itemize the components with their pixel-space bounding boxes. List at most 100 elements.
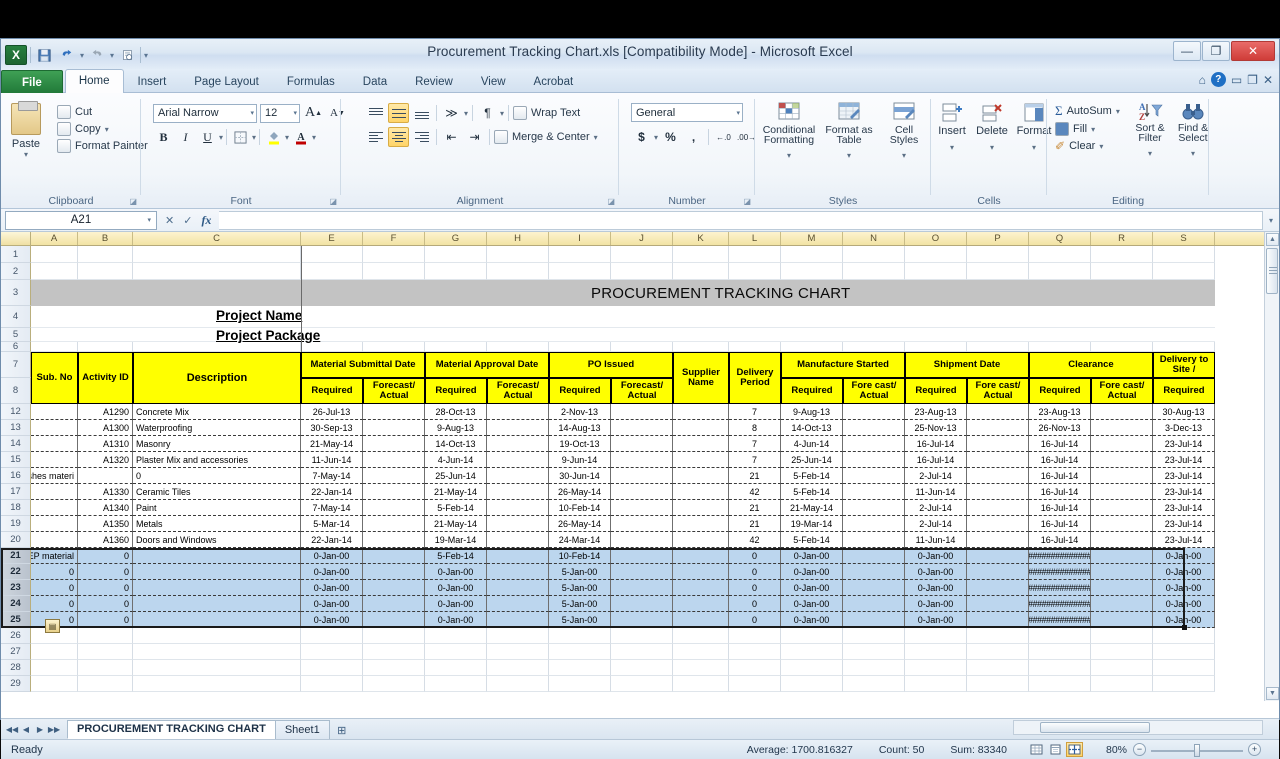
format-caret[interactable]: ▾ bbox=[1032, 143, 1036, 152]
grid-cell[interactable] bbox=[363, 420, 425, 436]
insert-function-icon[interactable]: fx bbox=[201, 213, 211, 228]
grid-cell[interactable]: 16-Jul-14 bbox=[905, 452, 967, 468]
grid-cell[interactable] bbox=[487, 500, 549, 516]
grid-cell[interactable] bbox=[611, 452, 673, 468]
name-box[interactable]: A21 ▾ bbox=[5, 211, 157, 230]
grid-cell[interactable]: 5-Jan-00 bbox=[549, 612, 611, 628]
grid-cell[interactable]: 42 bbox=[729, 532, 781, 548]
column-header-s[interactable]: S bbox=[1153, 232, 1215, 245]
select-all-corner[interactable] bbox=[1, 232, 31, 246]
grid-cell[interactable]: 0 bbox=[729, 548, 781, 564]
row-header-17[interactable]: 17 bbox=[1, 484, 31, 500]
header-cell[interactable]: Delivery Period bbox=[729, 352, 781, 404]
grid-cell[interactable] bbox=[425, 246, 487, 263]
sheet-tab-procurement[interactable]: PROCUREMENT TRACKING CHART bbox=[67, 720, 276, 739]
autosum-button[interactable]: Σ AutoSum ▾ bbox=[1055, 103, 1120, 119]
grid-cell[interactable] bbox=[611, 596, 673, 612]
grid-cell[interactable] bbox=[905, 676, 967, 692]
grid-cell[interactable]: A1290 bbox=[78, 404, 133, 420]
column-header-h[interactable]: H bbox=[487, 232, 549, 245]
zoom-out-button[interactable]: − bbox=[1133, 743, 1146, 756]
fill-color-caret[interactable]: ▾ bbox=[285, 133, 289, 142]
format-painter-button[interactable]: Format Painter bbox=[57, 139, 148, 153]
copy-caret[interactable]: ▾ bbox=[105, 125, 109, 134]
grid-cell[interactable] bbox=[1091, 660, 1153, 676]
grid-cell[interactable]: 0-Jan-00 bbox=[301, 580, 363, 596]
clear-caret[interactable]: ▾ bbox=[1099, 142, 1103, 151]
grid-cell[interactable]: 5-Feb-14 bbox=[781, 468, 843, 484]
column-header-l[interactable]: L bbox=[729, 232, 781, 245]
grid-cell[interactable] bbox=[487, 452, 549, 468]
grid-cell[interactable] bbox=[363, 404, 425, 420]
grid-cell[interactable] bbox=[611, 500, 673, 516]
grid-cell[interactable]: 21-May-14 bbox=[425, 484, 487, 500]
font-name-combo[interactable]: Arial Narrow ▾ bbox=[153, 104, 257, 123]
grid-cell[interactable] bbox=[967, 596, 1029, 612]
table-row[interactable]: A1300Waterproofing30-Sep-139-Aug-1314-Au… bbox=[31, 420, 1279, 436]
grid-cell[interactable]: 0 bbox=[729, 596, 781, 612]
grid-cell[interactable] bbox=[425, 644, 487, 660]
page-break-view-icon[interactable] bbox=[1066, 742, 1083, 757]
grid-cell[interactable]: 25-Jun-14 bbox=[425, 468, 487, 484]
grid-cell[interactable] bbox=[1091, 484, 1153, 500]
vertical-scroll-thumb[interactable] bbox=[1266, 248, 1278, 294]
grid-cell[interactable] bbox=[133, 548, 301, 564]
grid-cell[interactable] bbox=[673, 452, 729, 468]
view-mode-buttons[interactable] bbox=[1028, 742, 1083, 757]
grid-cell[interactable] bbox=[1091, 644, 1153, 660]
grid-cell[interactable]: ############## bbox=[1029, 580, 1091, 596]
delete-cells-button[interactable]: Delete ▾ bbox=[973, 101, 1011, 155]
grid-row[interactable]: PROCUREMENT TRACKING CHART bbox=[31, 280, 1279, 306]
grid-cell[interactable] bbox=[843, 596, 905, 612]
sort-filter-button[interactable]: AZ Sort & Filter ▾ bbox=[1133, 101, 1167, 161]
cut-button[interactable]: Cut bbox=[57, 105, 148, 119]
tab-formulas[interactable]: Formulas bbox=[273, 70, 349, 93]
grid-cell[interactable] bbox=[1153, 660, 1215, 676]
grid-cell[interactable] bbox=[1153, 246, 1215, 263]
align-middle-icon[interactable] bbox=[388, 103, 409, 123]
grid-cell[interactable] bbox=[673, 596, 729, 612]
grid-cell[interactable] bbox=[611, 436, 673, 452]
paste-button[interactable]: Paste ▾ bbox=[11, 103, 41, 159]
grid-cell[interactable] bbox=[487, 246, 549, 263]
grid-cell[interactable] bbox=[363, 500, 425, 516]
font-color-icon[interactable]: A bbox=[290, 127, 311, 147]
header-cell[interactable]: Delivery to Site / bbox=[1153, 352, 1215, 378]
currency-icon[interactable]: $ bbox=[631, 127, 652, 147]
merge-caret[interactable]: ▾ bbox=[594, 133, 598, 142]
row-header-23[interactable]: 23 bbox=[1, 580, 31, 596]
grid-cell[interactable] bbox=[1091, 342, 1153, 352]
grid-cell[interactable]: 16-Jul-14 bbox=[1029, 436, 1091, 452]
grid-cell[interactable] bbox=[967, 564, 1029, 580]
grid-cell[interactable] bbox=[31, 644, 78, 660]
grid-cell[interactable] bbox=[967, 436, 1029, 452]
font-dialog-launcher[interactable]: ◪ bbox=[329, 197, 337, 206]
table-row[interactable]: A1290Concrete Mix26-Jul-1328-Oct-132-Nov… bbox=[31, 404, 1279, 420]
scroll-down-button[interactable]: ▼ bbox=[1266, 687, 1279, 700]
grid-cell[interactable]: Finishes materi bbox=[31, 468, 78, 484]
tab-view[interactable]: View bbox=[467, 70, 520, 93]
clear-button[interactable]: ✐ Clear ▾ bbox=[1055, 139, 1120, 153]
grid-cell[interactable] bbox=[673, 676, 729, 692]
orientation-caret[interactable]: ▾ bbox=[464, 109, 468, 118]
formula-input[interactable] bbox=[219, 211, 1263, 230]
grid-cell[interactable]: Plaster Mix and accessories bbox=[133, 452, 301, 468]
tab-insert[interactable]: Insert bbox=[124, 70, 181, 93]
italic-button[interactable]: I bbox=[175, 127, 196, 147]
grid-cell[interactable]: A1330 bbox=[78, 484, 133, 500]
grid-cell[interactable] bbox=[363, 468, 425, 484]
grid-cell[interactable] bbox=[1091, 612, 1153, 628]
grid-cell[interactable]: 0-Jan-00 bbox=[301, 596, 363, 612]
grid-cell[interactable] bbox=[301, 676, 363, 692]
grid-cell[interactable]: 21 bbox=[729, 468, 781, 484]
grid-cell[interactable]: 0-Jan-00 bbox=[905, 564, 967, 580]
header-cell[interactable]: Clearance bbox=[1029, 352, 1153, 378]
grid-cell[interactable]: 0-Jan-00 bbox=[301, 612, 363, 628]
grid-cell[interactable] bbox=[31, 484, 78, 500]
grid-cell[interactable] bbox=[1029, 676, 1091, 692]
grid-cell[interactable] bbox=[1091, 564, 1153, 580]
tab-file[interactable]: File bbox=[1, 70, 63, 93]
grid-cell[interactable] bbox=[843, 564, 905, 580]
row-header-8[interactable]: 8 bbox=[1, 378, 31, 404]
bold-button[interactable]: B bbox=[153, 127, 174, 147]
